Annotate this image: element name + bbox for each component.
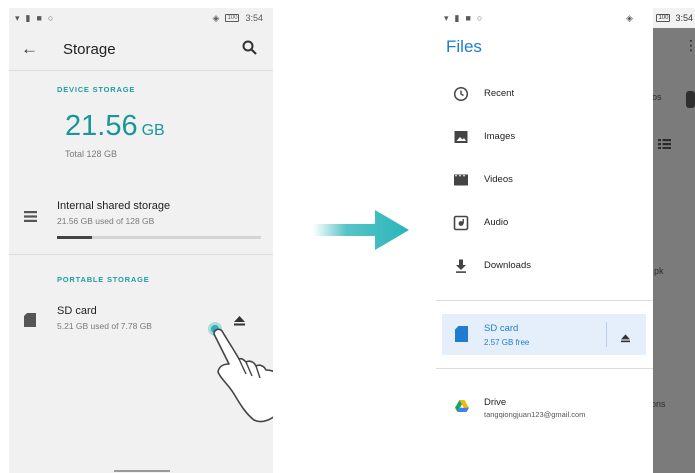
drawer-item-sd-card[interactable]: SD card 2.57 GB free (442, 314, 646, 355)
status-bar: ▾ ▮ ■ ○ (436, 8, 653, 28)
lock-icon: ■ (465, 13, 472, 23)
device-storage-header: DEVICE STORAGE (57, 85, 136, 94)
wifi-icon: ▾ (444, 12, 450, 23)
google-drive-icon (455, 399, 469, 417)
eject-icon[interactable] (621, 330, 630, 348)
battery-icon: 100 (656, 14, 671, 22)
status-time: 3:54 (675, 13, 693, 23)
status-time: 3:54 (245, 13, 263, 23)
internal-storage-title: Internal shared storage (57, 200, 171, 212)
drawer-item-label: Downloads (484, 260, 531, 271)
drawer-item-images[interactable]: Images (436, 122, 653, 152)
list-view-icon (658, 136, 671, 154)
background-text: os (652, 92, 662, 102)
internal-storage-progress-fill (57, 236, 92, 239)
home-indicator (114, 470, 170, 472)
internal-storage-row[interactable]: Internal shared storage 21.56 GB used of… (9, 198, 273, 248)
battery-icon: 100 (225, 14, 240, 22)
sd-card-free-space: 2.57 GB free (484, 338, 530, 347)
drawer-item-label: Images (484, 131, 516, 142)
drive-account: tangqiongjuan123@gmail.com (484, 410, 586, 419)
overflow-menu-icon: ⋮ (684, 37, 695, 53)
background-text: pk (654, 266, 664, 276)
divider (436, 368, 653, 369)
drawer-item-label: Recent (484, 88, 515, 99)
sim-icon: ▮ (454, 12, 461, 23)
navigation-drawer: ▾ ▮ ■ ○ Files Recent Images Videos Audio… (436, 8, 653, 473)
shield-icon: ○ (47, 13, 55, 23)
tap-gesture-hand-icon (208, 322, 273, 423)
vibrate-icon: ◈ (626, 13, 633, 23)
arrow-right-icon (313, 210, 409, 250)
page-title: Storage (63, 40, 116, 58)
drawer-item-label: Videos (484, 174, 513, 185)
internal-storage-progress (57, 236, 261, 239)
clock-icon (453, 86, 469, 102)
shield-icon: ○ (476, 13, 484, 23)
sim-icon: ▮ (25, 12, 32, 23)
download-icon (453, 258, 469, 274)
status-bar-right: 100 3:54 (653, 8, 695, 28)
lock-icon: ■ (36, 13, 43, 23)
drawer-item-label: Audio (484, 217, 509, 228)
storage-used-summary: 21.56 GB (65, 110, 273, 143)
storage-used-value: 21.56 (65, 110, 138, 142)
drawer-item-audio[interactable]: Audio (436, 208, 653, 238)
sd-card-subtitle: 5.21 GB used of 7.78 GB (57, 321, 152, 331)
image-icon (453, 129, 469, 145)
arrow-left-icon[interactable]: ← (21, 39, 53, 59)
vibrate-icon: ◈ (212, 12, 220, 23)
drawer-title: Files (446, 37, 482, 56)
audio-icon (453, 215, 469, 231)
status-bar: ▾ ▮ ■ ○ ◈ 100 3:54 (9, 8, 273, 28)
search-icon[interactable] (241, 39, 261, 59)
divider (436, 300, 653, 301)
drive-label: Drive (484, 397, 507, 408)
divider (606, 322, 607, 347)
storage-used-unit: GB (141, 122, 165, 139)
drawer-item-videos[interactable]: Videos (436, 165, 653, 195)
sd-card-label: SD card (484, 323, 519, 334)
sd-card-icon (24, 313, 36, 332)
list-icon (24, 209, 37, 227)
background-text: ons (651, 399, 666, 409)
sd-card-title: SD card (57, 305, 97, 317)
sd-card-icon (455, 326, 468, 347)
video-icon (453, 172, 469, 188)
internal-storage-subtitle: 21.56 GB used of 128 GB (57, 216, 155, 226)
drawer-item-downloads[interactable]: Downloads (436, 251, 653, 281)
wifi-icon: ▾ (15, 12, 21, 23)
storage-screen: ▾ ▮ ■ ○ ◈ 100 3:54 ← Storage DEVICE STOR… (9, 8, 273, 473)
background-chip (686, 91, 695, 108)
divider (9, 70, 273, 71)
divider (9, 254, 273, 255)
storage-total: Total 128 GB (65, 149, 118, 159)
drawer-item-recent[interactable]: Recent (436, 79, 653, 109)
portable-storage-header: PORTABLE STORAGE (57, 275, 150, 284)
files-screen: ⋮ os pk ons ▾ ▮ ■ ○ Files Recent Images (436, 8, 695, 473)
app-bar: ← Storage (9, 28, 273, 70)
